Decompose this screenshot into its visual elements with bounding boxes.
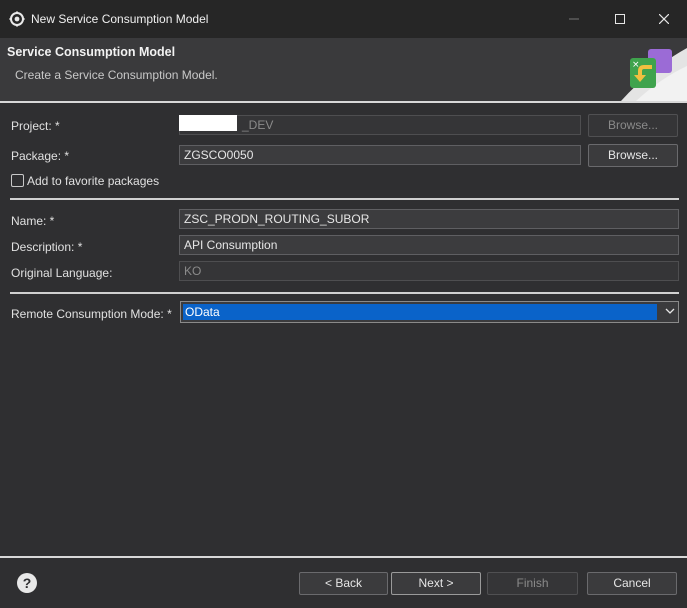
language-label: Original Language:	[11, 266, 113, 280]
wizard-header: Service Consumption Model Create a Servi…	[0, 38, 687, 103]
maximize-icon	[615, 14, 625, 24]
separator	[10, 198, 679, 200]
chevron-down-icon	[665, 308, 675, 314]
mode-label: Remote Consumption Mode: *	[11, 307, 172, 321]
wizard-banner-icon: ×	[621, 48, 687, 101]
language-field: KO	[179, 261, 679, 281]
page-subtitle: Create a Service Consumption Model.	[15, 68, 218, 82]
next-button[interactable]: Next >	[391, 572, 481, 595]
minimize-button[interactable]	[551, 0, 597, 38]
maximize-button[interactable]	[597, 0, 643, 38]
project-field[interactable]: _DEV	[179, 115, 581, 135]
name-label: Name: *	[11, 214, 55, 228]
package-field[interactable]: ZGSCO0050	[179, 145, 581, 165]
package-label: Package: *	[11, 149, 70, 163]
redacted-block	[179, 115, 237, 131]
name-field[interactable]: ZSC_PRODN_ROUTING_SUBOR	[179, 209, 679, 229]
footer-separator	[0, 556, 687, 558]
close-icon	[659, 14, 669, 24]
description-label: Description: *	[11, 240, 83, 254]
description-field[interactable]: API Consumption	[179, 235, 679, 255]
title-bar: New Service Consumption Model	[0, 0, 687, 39]
package-browse-button[interactable]: Browse...	[588, 144, 678, 167]
project-browse-button[interactable]: Browse...	[588, 114, 678, 137]
svg-text:×: ×	[632, 60, 640, 70]
favorite-label[interactable]: Add to favorite packages	[27, 174, 159, 188]
mode-selected-value: OData	[183, 304, 657, 320]
page-title: Service Consumption Model	[7, 45, 176, 59]
finish-button[interactable]: Finish	[487, 572, 578, 595]
minimize-icon	[569, 18, 579, 20]
separator	[10, 292, 679, 294]
close-button[interactable]	[641, 0, 687, 38]
favorite-checkbox[interactable]	[11, 174, 24, 187]
help-icon[interactable]: ?	[17, 573, 37, 593]
window-title: New Service Consumption Model	[31, 12, 209, 26]
app-icon	[9, 11, 25, 27]
mode-select[interactable]: OData	[180, 301, 679, 323]
cancel-button[interactable]: Cancel	[587, 572, 677, 595]
back-button[interactable]: < Back	[299, 572, 388, 595]
project-label: Project: *	[11, 119, 60, 133]
